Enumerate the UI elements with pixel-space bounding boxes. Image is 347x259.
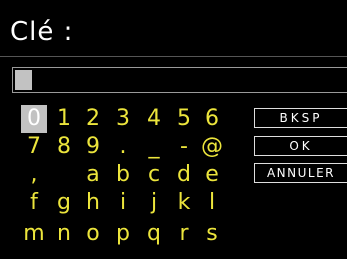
- key-comma[interactable]: ,: [21, 161, 47, 189]
- key-n[interactable]: n: [51, 220, 77, 248]
- key-e[interactable]: e: [199, 161, 225, 189]
- key-0[interactable]: 0: [21, 105, 47, 133]
- key-6[interactable]: 6: [199, 105, 225, 133]
- key-space[interactable]: [51, 161, 77, 189]
- key-hyphen[interactable]: -: [171, 133, 197, 161]
- cancel-button[interactable]: ANNULER: [254, 163, 347, 183]
- key-l[interactable]: l: [199, 189, 225, 217]
- key-p[interactable]: p: [110, 220, 136, 248]
- key-k[interactable]: k: [171, 189, 197, 217]
- key-r[interactable]: r: [171, 220, 197, 248]
- key-m[interactable]: m: [21, 220, 47, 248]
- key-underscore[interactable]: _: [141, 133, 167, 161]
- key-d[interactable]: d: [171, 161, 197, 189]
- text-cursor: [15, 70, 32, 90]
- key-period[interactable]: .: [110, 133, 136, 161]
- key-7[interactable]: 7: [21, 133, 47, 161]
- key-2[interactable]: 2: [80, 105, 106, 133]
- key-s[interactable]: s: [199, 220, 225, 248]
- key-5[interactable]: 5: [171, 105, 197, 133]
- key-a[interactable]: a: [80, 161, 106, 189]
- key-at[interactable]: @: [199, 133, 225, 161]
- key-b[interactable]: b: [110, 161, 136, 189]
- key-c[interactable]: c: [141, 161, 167, 189]
- ok-button[interactable]: OK: [254, 136, 347, 156]
- key-j[interactable]: j: [141, 189, 167, 217]
- key-i[interactable]: i: [110, 189, 136, 217]
- header-divider: [0, 56, 347, 57]
- key-9[interactable]: 9: [80, 133, 106, 161]
- key-g[interactable]: g: [51, 189, 77, 217]
- key-o[interactable]: o: [80, 220, 106, 248]
- key-f[interactable]: f: [21, 189, 47, 217]
- key-4[interactable]: 4: [141, 105, 167, 133]
- backspace-button[interactable]: BKSP: [254, 108, 347, 128]
- key-1[interactable]: 1: [51, 105, 77, 133]
- page-title: Clé :: [10, 17, 74, 47]
- key-3[interactable]: 3: [110, 105, 136, 133]
- key-8[interactable]: 8: [51, 133, 77, 161]
- key-q[interactable]: q: [141, 220, 167, 248]
- key-input-field[interactable]: [12, 67, 347, 93]
- key-h[interactable]: h: [80, 189, 106, 217]
